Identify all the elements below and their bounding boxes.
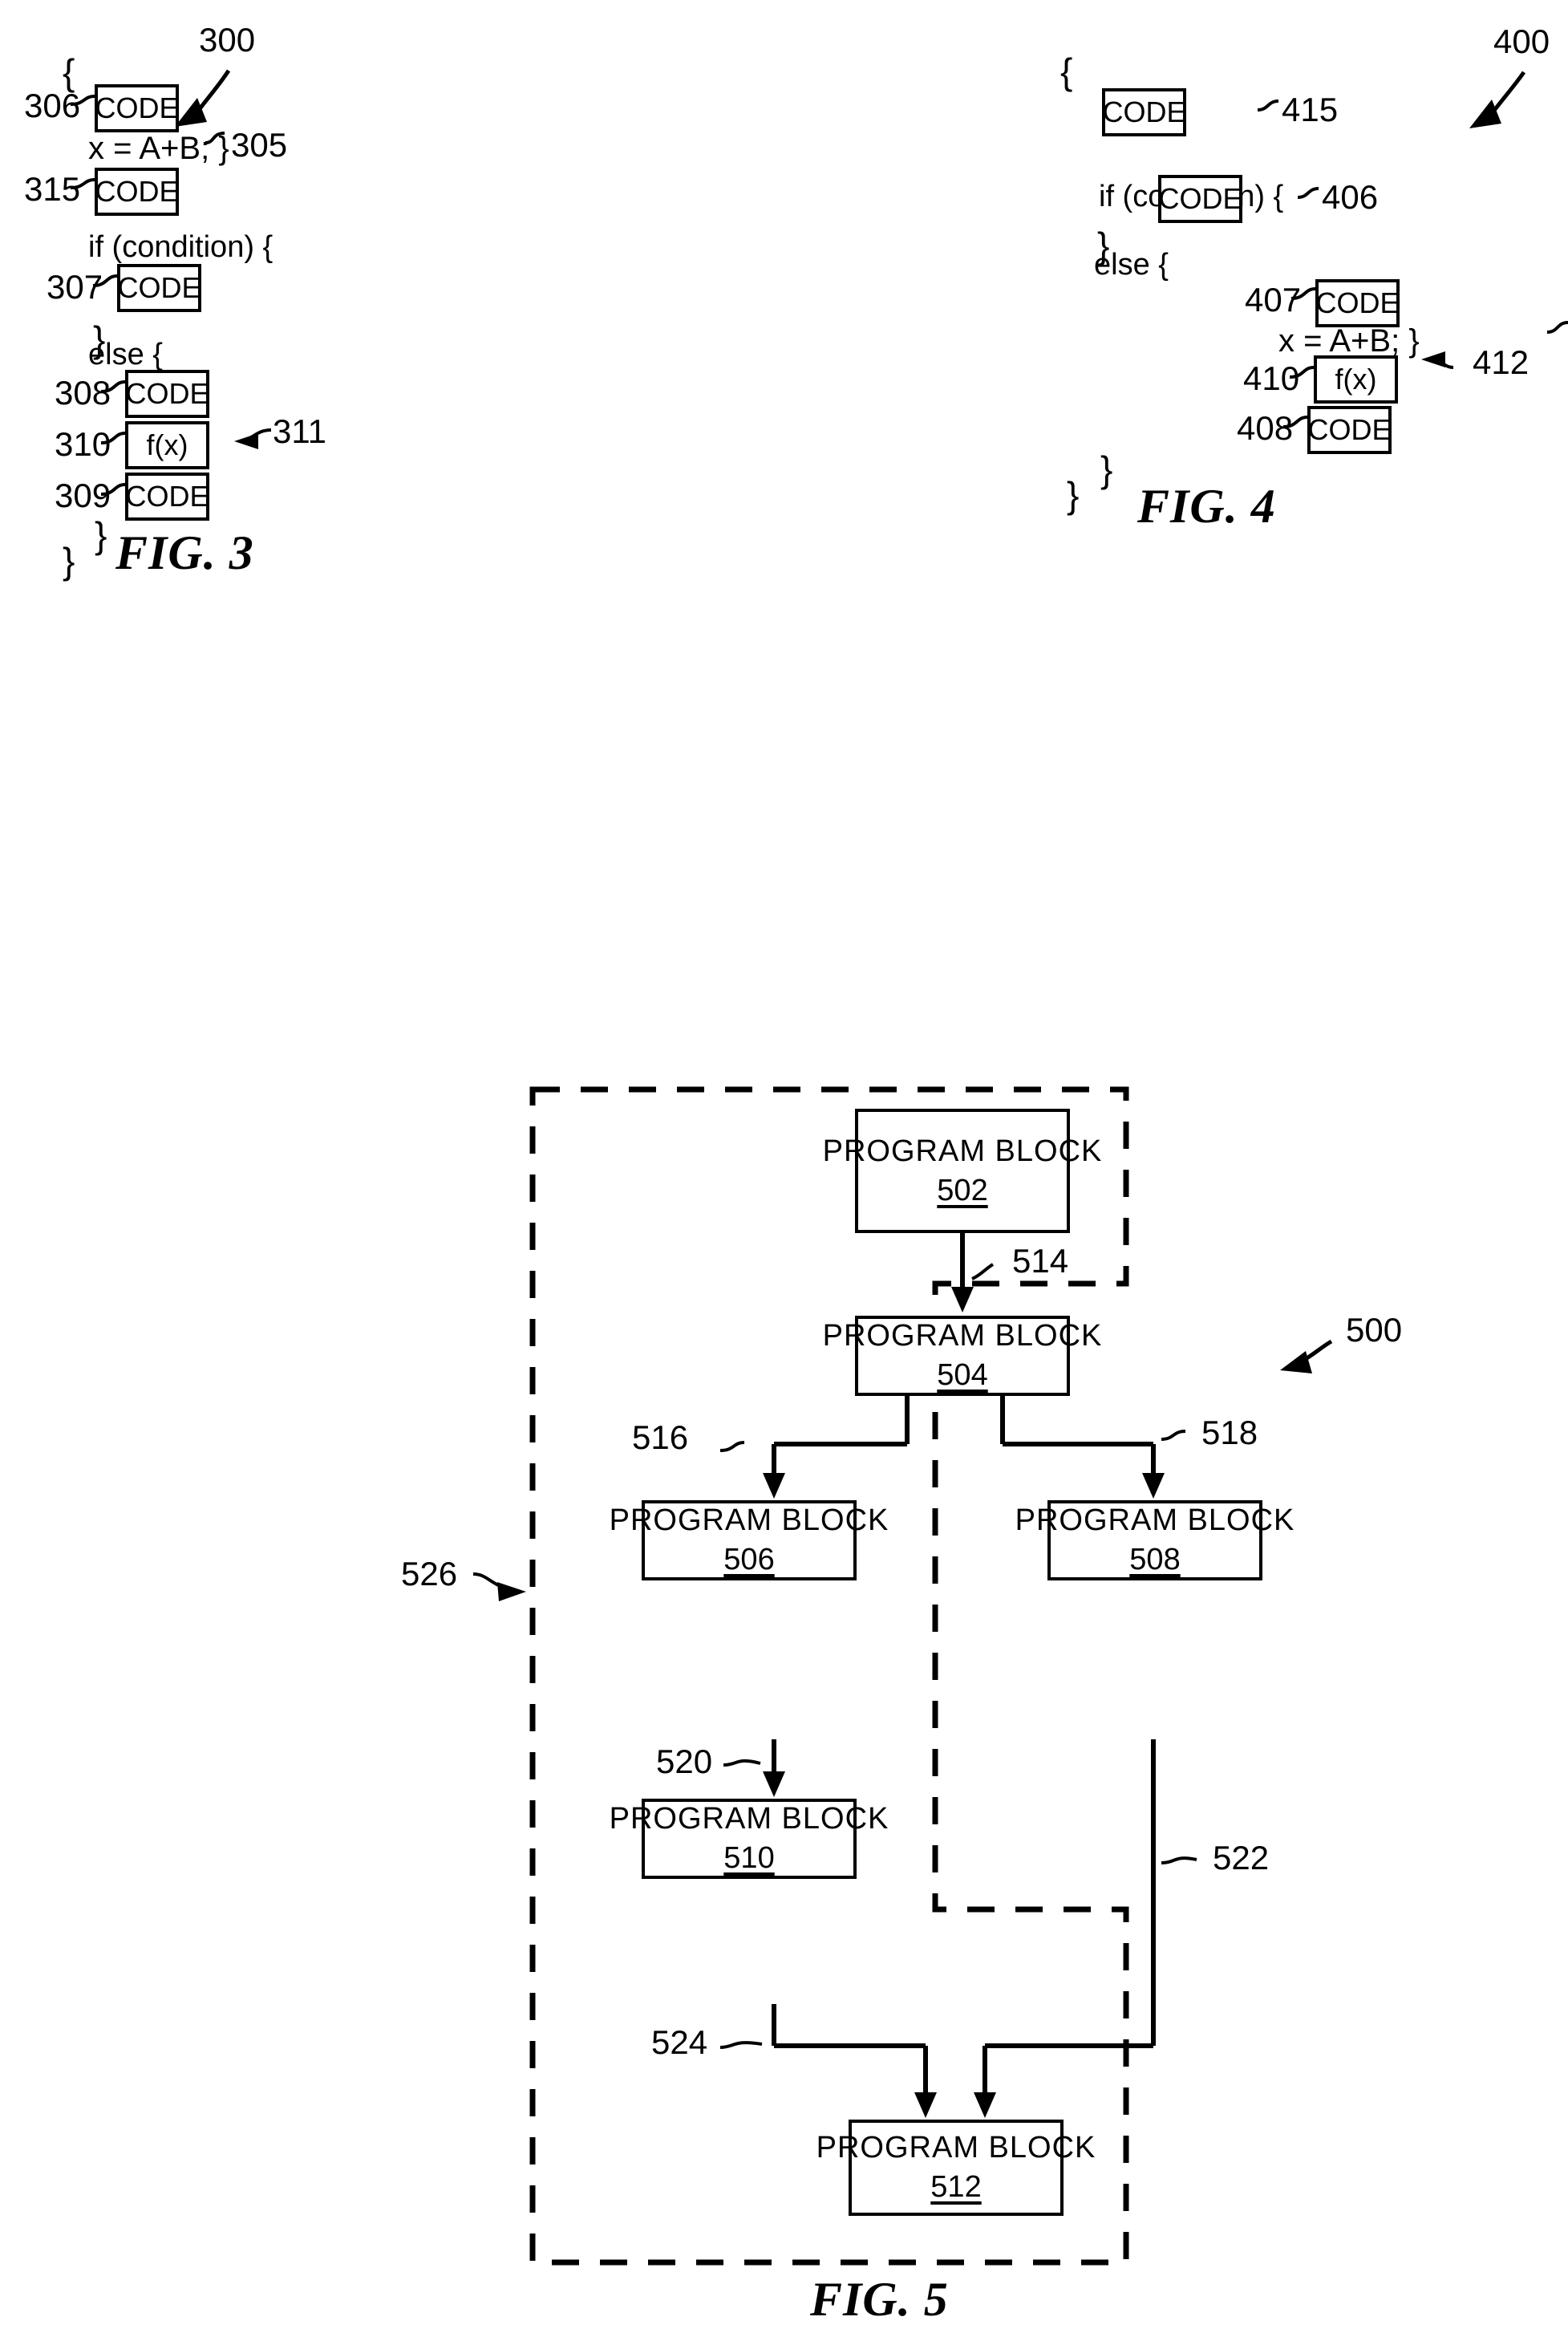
fig5-ref-518: 518 <box>1201 1414 1258 1451</box>
fig5-ref-516: 516 <box>632 1418 689 1456</box>
fig5-ref-524: 524 <box>651 2023 708 2061</box>
fig5-block-502-ref: 502 <box>937 1173 988 1207</box>
fig5-block-512-label: PROGRAM BLOCK <box>816 2131 1096 2165</box>
fig5-block-508-label: PROGRAM BLOCK <box>1015 1503 1295 1537</box>
fig5-program-block-508: PROGRAM BLOCK 508 <box>1015 1500 1294 1580</box>
fig5-program-block-510: PROGRAM BLOCK 510 <box>610 1799 888 1879</box>
fig5-block-510-ref: 510 <box>723 1841 775 1875</box>
fig5-ref-514: 514 <box>1012 1242 1069 1280</box>
fig5-block-504-ref: 504 <box>937 1358 988 1392</box>
fig5-connectors <box>472 1233 1333 2118</box>
fig5-block-510-label: PROGRAM BLOCK <box>609 1802 889 1836</box>
fig5-block-508-ref: 508 <box>1129 1543 1181 1576</box>
fig5-block-506-ref: 506 <box>723 1543 775 1576</box>
fig5-ref-522: 522 <box>1213 1839 1270 1876</box>
fig5-ref-500: 500 <box>1346 1311 1403 1349</box>
fig5-ref-526: 526 <box>401 1555 458 1592</box>
fig5-program-block-506: PROGRAM BLOCK 506 <box>610 1500 888 1580</box>
fig5-program-block-512: PROGRAM BLOCK 512 <box>816 2120 1095 2216</box>
fig5-caption: FIG. 5 <box>810 2273 949 2326</box>
patent-drawing-sheet: 300 { 306 CODE x = A+B; } 305 315 CODE i… <box>0 0 1568 2341</box>
fig5-ref-520: 520 <box>656 1743 713 1780</box>
fig5-block-504-label: PROGRAM BLOCK <box>822 1319 1103 1353</box>
fig5-program-block-504: PROGRAM BLOCK 504 <box>823 1316 1101 1396</box>
fig5-block-502-label: PROGRAM BLOCK <box>822 1134 1103 1168</box>
fig5-block-506-label: PROGRAM BLOCK <box>609 1503 889 1537</box>
fig5-program-block-502: PROGRAM BLOCK 502 <box>823 1109 1101 1233</box>
fig5-block-512-ref: 512 <box>930 2170 982 2204</box>
